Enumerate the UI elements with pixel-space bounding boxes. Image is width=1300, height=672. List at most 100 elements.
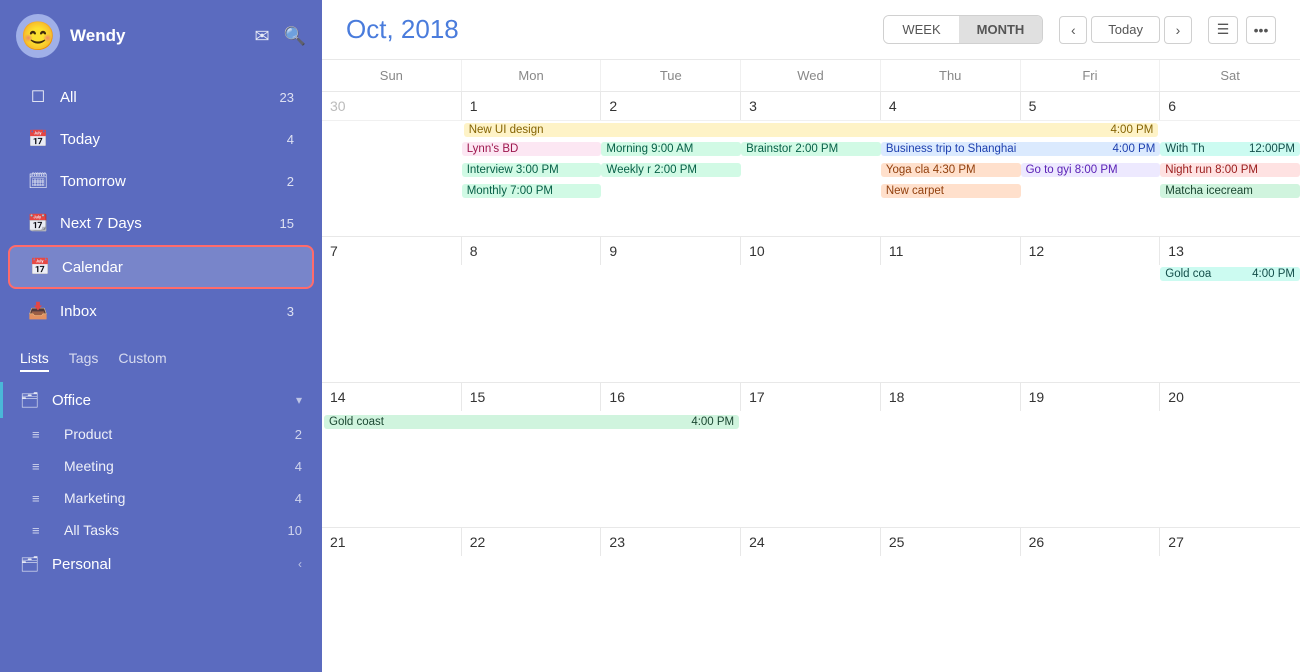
- lists-tabs: Lists Tags Custom: [0, 340, 322, 378]
- nav-badge-next7days: 15: [280, 216, 294, 231]
- w2-r1-c1: [322, 267, 462, 281]
- sidebar-item-next7days[interactable]: 📆 Next 7 Days 15: [8, 203, 314, 243]
- subsection-label-meeting: Meeting: [64, 458, 295, 474]
- tab-tags[interactable]: Tags: [69, 350, 99, 372]
- event-lynnsbd[interactable]: Lynn's BD: [462, 142, 602, 156]
- mail-icon[interactable]: ✉: [254, 26, 269, 47]
- day-num-10: 10: [745, 241, 876, 261]
- day-num-25: 25: [885, 532, 1016, 552]
- w2-r1-c6: [1021, 267, 1161, 281]
- event-goldcoast2[interactable]: Gold coa4:00 PM: [1160, 267, 1300, 281]
- week1-r2-c3: Morning 9:00 AM: [601, 142, 741, 162]
- sidebar-item-all[interactable]: ☐ All 23: [8, 77, 314, 117]
- extra-controls: ☰ •••: [1208, 16, 1276, 44]
- section-label-personal: Personal: [52, 556, 292, 573]
- week-row-2: 7 8 9 10 11 12 13 Gold coa4:00 PM: [322, 237, 1300, 382]
- event-morning[interactable]: Morning 9:00 AM: [601, 142, 741, 156]
- sidebar-item-personal[interactable]: 🗂 Personal ‹: [0, 546, 322, 582]
- day-24: 24: [741, 528, 881, 556]
- day-header-sun: Sun: [322, 60, 462, 91]
- view-options-button[interactable]: ☰: [1208, 16, 1238, 44]
- sidebar-item-calendar[interactable]: 📅 Calendar: [8, 245, 314, 289]
- week1-r2-c2: Lynn's BD: [462, 142, 602, 162]
- nav-label-next7days: Next 7 Days: [60, 215, 280, 232]
- subsection-badge-product: 2: [295, 427, 302, 442]
- day-num-2: 2: [605, 96, 736, 116]
- day-header-fri: Fri: [1021, 60, 1161, 91]
- today-button[interactable]: Today: [1091, 16, 1160, 43]
- sidebar-item-marketing[interactable]: ≡ Marketing 4: [0, 482, 322, 514]
- day-1: 1: [462, 92, 602, 120]
- week1-r3-c6: Go to gyi 8:00 PM: [1021, 163, 1161, 183]
- day-4: 4: [881, 92, 1021, 120]
- day-14: 14: [322, 383, 462, 411]
- day-num-21: 21: [326, 532, 457, 552]
- event-weeklyr[interactable]: Weekly r 2:00 PM: [601, 163, 741, 177]
- search-icon[interactable]: 🔍: [284, 26, 306, 47]
- day-10: 10: [741, 237, 881, 265]
- sidebar-item-inbox[interactable]: 📥 Inbox 3: [8, 291, 314, 331]
- event-matchaicecream[interactable]: Matcha icecream: [1160, 184, 1300, 198]
- week1-r4-c7: Matcha icecream: [1160, 184, 1300, 204]
- prev-button[interactable]: ‹: [1059, 16, 1087, 44]
- day-num-19: 19: [1025, 387, 1156, 407]
- sidebar-item-today[interactable]: 📅 Today 4: [8, 119, 314, 159]
- personal-icon: 🗂: [20, 555, 40, 573]
- event-newcarpet[interactable]: New carpet: [881, 184, 1021, 198]
- event-monthly[interactable]: Monthly 7:00 PM: [462, 184, 602, 198]
- sidebar-item-office[interactable]: 🗂 Office ▾: [0, 382, 322, 418]
- nav-badge-inbox: 3: [287, 304, 294, 319]
- marketing-icon: ≡: [32, 491, 52, 506]
- day-num-15: 15: [466, 387, 597, 407]
- event-gotogym[interactable]: Go to gyi 8:00 PM: [1021, 163, 1161, 177]
- event-withth[interactable]: With Th12:00PM: [1160, 142, 1300, 156]
- week1-r4-c6: [1021, 184, 1161, 204]
- tab-custom[interactable]: Custom: [118, 350, 166, 372]
- calendar-grid: Sun Mon Tue Wed Thu Fri Sat 30 1 2 3 4 5…: [322, 60, 1300, 672]
- week-view-button[interactable]: WEEK: [884, 16, 958, 43]
- subsection-badge-marketing: 4: [295, 491, 302, 506]
- tab-lists[interactable]: Lists: [20, 350, 49, 372]
- event-newuidesign[interactable]: New UI design 4:00 PM: [464, 123, 1159, 137]
- event-goldcoast-label: Gold coast: [329, 416, 384, 428]
- event-goldcoast-main[interactable]: Gold coast 4:00 PM: [324, 415, 739, 429]
- day-22: 22: [462, 528, 602, 556]
- week1-r4-c1: [322, 184, 462, 204]
- event-brainstorm[interactable]: Brainstor 2:00 PM: [741, 142, 881, 156]
- sidebar-item-meeting[interactable]: ≡ Meeting 4: [0, 450, 322, 482]
- sidebar-item-product[interactable]: ≡ Product 2: [0, 418, 322, 450]
- event-withth-time: 12:00PM: [1249, 143, 1295, 155]
- day-27: 27: [1160, 528, 1300, 556]
- day-num-3: 3: [745, 96, 876, 116]
- alltasks-icon: ≡: [32, 523, 52, 538]
- calendar-icon: 📅: [30, 257, 50, 277]
- week1-r3-c5: Yoga cla 4:30 PM: [881, 163, 1021, 183]
- event-businesstrip[interactable]: Business trip to Shanghai 4:00 PM: [881, 142, 1160, 156]
- week1-r3-c7: Night run 8:00 PM: [1160, 163, 1300, 183]
- sidebar-item-tomorrow[interactable]: 🗓 Tomorrow 2: [8, 161, 314, 201]
- event-goldcoast2-label: Gold coa: [1165, 268, 1211, 280]
- avatar: 😊: [16, 14, 60, 58]
- day-7: 7: [322, 237, 462, 265]
- subsection-label-alltasks: All Tasks: [64, 522, 288, 538]
- more-options-button[interactable]: •••: [1246, 16, 1276, 44]
- withth-placeholder: [1160, 121, 1300, 141]
- goldcoast-span-container: Gold coast 4:00 PM: [322, 413, 741, 433]
- day-21: 21: [322, 528, 462, 556]
- month-view-button[interactable]: MONTH: [959, 16, 1043, 43]
- event-interview[interactable]: Interview 3:00 PM: [462, 163, 602, 177]
- all-icon: ☐: [28, 87, 48, 107]
- event-yogaclass[interactable]: Yoga cla 4:30 PM: [881, 163, 1021, 177]
- newuidesign-span-placeholder: [322, 121, 462, 141]
- sidebar-item-alltasks[interactable]: ≡ All Tasks 10: [0, 514, 322, 546]
- day-20: 20: [1160, 383, 1300, 411]
- nav-label-all: All: [60, 89, 280, 106]
- nav-badge-tomorrow: 2: [287, 174, 294, 189]
- day-19: 19: [1021, 383, 1161, 411]
- week-row-3: 14 15 16 17 18 19 20 Gold coast 4:00 PM: [322, 383, 1300, 528]
- next-button[interactable]: ›: [1164, 16, 1192, 44]
- subsection-label-product: Product: [64, 426, 295, 442]
- view-toggle: WEEK MONTH: [883, 15, 1043, 44]
- day-num-7: 7: [326, 241, 457, 261]
- event-nightrun[interactable]: Night run 8:00 PM: [1160, 163, 1300, 177]
